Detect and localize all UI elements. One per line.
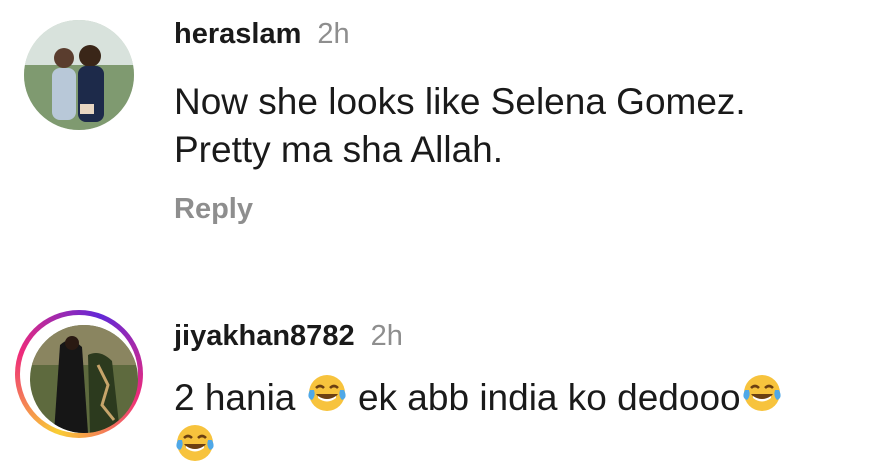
username[interactable]: heraslam: [174, 18, 301, 51]
comment-header: jiyakhan8782 2h: [174, 320, 403, 353]
comment-header: heraslam 2h: [174, 18, 350, 51]
face-with-tears-of-joy-icon: [306, 372, 348, 414]
comment-item: jiyakhan8782 2h 2 hania ek abb india ko …: [0, 290, 891, 476]
comment-text-line: Now she looks like Selena Gomez.: [174, 81, 746, 122]
comment-text-line: 2 hania ek abb india ko dedooo: [174, 372, 783, 422]
timestamp: 2h: [317, 18, 350, 50]
comment-text-line: Pretty ma sha Allah.: [174, 129, 504, 170]
avatar[interactable]: [24, 20, 134, 130]
comment-text: 2 hania ek abb india ko dedooo: [174, 372, 783, 472]
comment-item: heraslam 2h Now she looks like Selena Go…: [0, 0, 891, 260]
comment-text-line: [174, 422, 783, 472]
face-with-tears-of-joy-icon: [741, 372, 783, 414]
timestamp: 2h: [370, 320, 403, 352]
face-with-tears-of-joy-icon: [174, 422, 216, 464]
username[interactable]: jiyakhan8782: [174, 320, 355, 353]
comment-text: Now she looks like Selena Gomez. Pretty …: [174, 78, 746, 174]
reply-button[interactable]: Reply: [174, 193, 253, 226]
